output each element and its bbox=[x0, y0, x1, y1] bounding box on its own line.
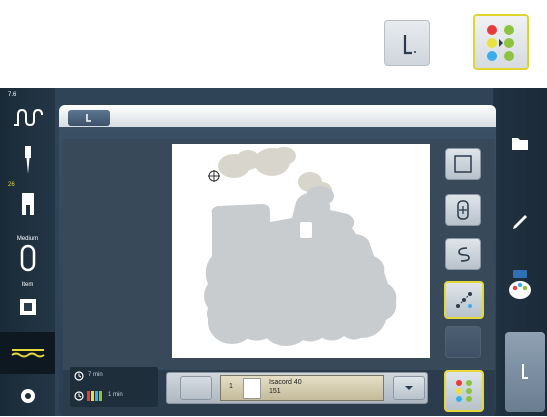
thread-name: Isacord 40 bbox=[269, 379, 302, 386]
thread-number: 151 bbox=[269, 388, 281, 395]
bobbin-lines-icon bbox=[10, 349, 45, 358]
design-canvas[interactable] bbox=[172, 144, 430, 358]
thread-tension-button[interactable] bbox=[0, 98, 55, 138]
needle-move-button[interactable] bbox=[445, 238, 481, 270]
current-color-info[interactable]: 1 Isacord 40 151 bbox=[220, 375, 384, 401]
left-sidebar: 7.6 26 Medium Item bbox=[0, 88, 55, 416]
time-info-box: 7 min 1 min bbox=[70, 367, 158, 407]
hoop-icon bbox=[20, 244, 35, 272]
multicolor-icon bbox=[456, 380, 472, 402]
settings-button[interactable] bbox=[0, 376, 55, 416]
presser-foot-icon bbox=[21, 193, 34, 215]
stitch-mode-button[interactable] bbox=[384, 20, 430, 66]
frame-check-icon bbox=[454, 155, 472, 173]
bobbin-lines-button[interactable] bbox=[0, 332, 55, 374]
stitch-start-icon bbox=[522, 364, 528, 379]
color-sequence-icon bbox=[487, 25, 514, 61]
panel-tab[interactable] bbox=[68, 110, 110, 126]
needle-stitch-icon bbox=[86, 114, 91, 122]
frame-check-button[interactable] bbox=[445, 148, 481, 180]
multicolor-button[interactable] bbox=[444, 370, 484, 412]
folder-button[interactable] bbox=[507, 132, 533, 154]
stitch-order-icon bbox=[456, 292, 472, 308]
total-time: 7 min bbox=[88, 372, 103, 378]
color-swatch bbox=[243, 378, 261, 399]
hoop-button[interactable] bbox=[0, 238, 55, 278]
thread-tension-icon bbox=[13, 108, 43, 127]
previous-color-button[interactable] bbox=[180, 376, 212, 400]
color-dropdown-button[interactable] bbox=[393, 376, 425, 400]
hoop-center-icon bbox=[457, 200, 469, 220]
pencil-icon bbox=[513, 215, 527, 229]
needle-button[interactable] bbox=[0, 140, 55, 180]
disabled-tool-button bbox=[445, 326, 481, 358]
color-time: 1 min bbox=[108, 392, 123, 398]
chevron-down-icon bbox=[405, 386, 413, 390]
panel-header bbox=[59, 105, 496, 127]
color-palette-button[interactable] bbox=[505, 268, 535, 302]
needle-stitch-icon bbox=[403, 35, 416, 55]
stabilizer-icon bbox=[19, 299, 36, 315]
stabilizer-button[interactable] bbox=[0, 287, 55, 327]
train-design bbox=[204, 147, 397, 346]
stitch-start-button[interactable] bbox=[505, 332, 545, 412]
presser-foot-button[interactable] bbox=[0, 184, 55, 224]
hoop-center-button[interactable] bbox=[445, 194, 481, 226]
gear-icon bbox=[20, 389, 35, 403]
folder-icon bbox=[512, 138, 528, 150]
color-swatch-bars bbox=[87, 391, 102, 401]
needle-move-icon bbox=[458, 247, 470, 262]
color-palette-icon bbox=[509, 270, 531, 299]
clock-icon bbox=[74, 371, 84, 381]
color-sequence-button[interactable] bbox=[473, 14, 529, 70]
color-index: 1 bbox=[229, 383, 233, 390]
right-sidebar bbox=[493, 88, 547, 416]
stitch-order-button[interactable] bbox=[444, 281, 484, 319]
needle-icon bbox=[24, 146, 31, 174]
clock-icon bbox=[74, 391, 84, 401]
edit-button[interactable] bbox=[507, 206, 533, 232]
